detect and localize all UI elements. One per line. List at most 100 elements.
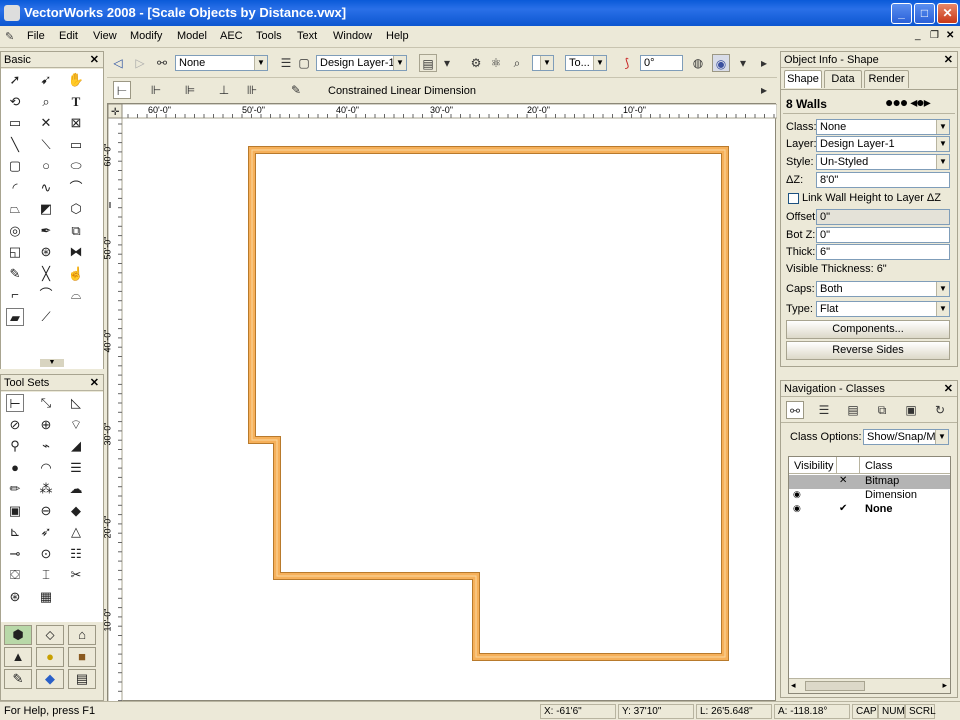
view-to-dropdown[interactable]: To... ▼ <box>565 55 607 71</box>
menu-tools[interactable]: Tools <box>256 30 282 42</box>
zoom-icon[interactable]: ⌕ <box>508 54 526 72</box>
object-info-close-icon[interactable]: ✕ <box>944 52 953 68</box>
fit-to-objects-icon[interactable]: ⚛ <box>487 54 505 72</box>
center-mark-icon[interactable]: ⊕ <box>37 416 55 434</box>
2d-reshape-tool-icon[interactable]: ➹ <box>37 71 55 89</box>
globe-tool-icon[interactable]: ⊛ <box>6 588 24 606</box>
plane-icon[interactable]: ⟆ <box>618 54 636 72</box>
basic-palette-close-icon[interactable]: ✕ <box>90 52 99 68</box>
projection-icon[interactable]: ◉ <box>712 54 730 72</box>
scale-bar-icon[interactable]: ⌶ <box>37 566 55 584</box>
menu-text[interactable]: Text <box>297 30 317 42</box>
grid-bubble-icon[interactable]: ⊸ <box>6 545 24 563</box>
toolset-detailing-icon[interactable]: ▤ <box>68 669 96 689</box>
toolset-dims-notes-icon[interactable]: ✎ <box>4 669 32 689</box>
class-options-dropdown[interactable]: Show/Snap/M ▼ <box>863 429 949 445</box>
dimension-mode-chain-icon[interactable]: ⊩ <box>147 81 165 99</box>
spiral-tool-icon[interactable]: ◎ <box>6 222 24 240</box>
navigation-close-icon[interactable]: ✕ <box>944 381 953 397</box>
zoom-dropdown[interactable]: ▼ <box>532 55 554 71</box>
unconstrained-dimension-icon[interactable]: ⤡ <box>37 394 55 412</box>
close-button[interactable]: ✕ <box>937 3 958 24</box>
saved-views-icon[interactable]: ⚙ <box>467 54 485 72</box>
detail-callout-icon[interactable]: ➶ <box>37 523 55 541</box>
tab-render[interactable]: Render <box>864 70 909 88</box>
sheet-dropdown-icon[interactable]: ▾ <box>438 54 456 72</box>
fill-bucket-icon[interactable]: ⛋ <box>6 566 24 584</box>
nav-sheets-icon[interactable]: ▤ <box>844 401 862 419</box>
callout-tool-icon[interactable]: ▭ <box>6 114 24 132</box>
dimension-preferences-icon[interactable]: ✎ <box>287 81 305 99</box>
class-hierarchy-icon[interactable]: ⚯ <box>153 54 171 72</box>
layer-dropdown[interactable]: Design Layer-1 ▼ <box>816 136 950 152</box>
walls-group[interactable] <box>248 146 729 661</box>
nav-classes-icon[interactable]: ⚯ <box>786 401 804 419</box>
drawing-area[interactable]: ✛ 60'-0" 50'-0" 40'-0" 30'-0" 20'-0" 10'… <box>102 103 777 702</box>
botz-field[interactable]: 0" <box>816 227 950 243</box>
mode-bar-overflow-icon[interactable]: ▸ <box>755 81 773 99</box>
active-layer-dropdown[interactable]: Design Layer-1 ▼ <box>316 55 407 71</box>
selection-tool-icon[interactable]: ➚ <box>6 71 24 89</box>
toolset-visualization-icon[interactable]: ◆ <box>36 669 64 689</box>
drawing-canvas[interactable]: ✛ <box>108 104 777 702</box>
toolset-lighting-icon[interactable]: ● <box>36 647 64 667</box>
arc-length-dimension-icon[interactable]: ⌔ <box>67 416 85 434</box>
reverse-sides-button[interactable]: Reverse Sides <box>786 341 950 360</box>
chain-dimension-icon[interactable]: ⚲ <box>6 437 24 455</box>
toolset-building-shell-icon[interactable]: ⬦ <box>36 625 64 645</box>
split-tool-icon[interactable]: ⧓ <box>67 243 85 261</box>
toolset-furniture-icon[interactable]: ■ <box>68 647 96 667</box>
oval-tool-icon[interactable]: ⬭ <box>67 157 85 175</box>
arc-tool-icon[interactable]: ◜ <box>6 179 24 197</box>
toolsets-palette-close-icon[interactable]: ✕ <box>90 375 99 391</box>
dimension-mode-ordinate-icon[interactable]: ⊥ <box>215 81 233 99</box>
stipple-pattern-icon[interactable]: ⁂ <box>37 480 55 498</box>
mdi-minimize-button[interactable]: _ <box>915 30 921 41</box>
text-tool-icon[interactable]: T <box>67 93 85 111</box>
scroll-thumb[interactable] <box>805 681 865 691</box>
sheet-layer-icon[interactable]: ▤ <box>419 54 437 72</box>
eyedropper-icon[interactable]: ✒ <box>37 222 55 240</box>
protractor-icon[interactable]: ◠ <box>37 459 55 477</box>
document-icon[interactable]: ✎ <box>5 30 19 44</box>
caps-dropdown[interactable]: Both ▼ <box>816 281 950 297</box>
double-polygon-icon[interactable]: ◩ <box>37 200 55 218</box>
symbol-insertion-icon[interactable]: ⊠ <box>67 114 85 132</box>
chamfer-tool-icon[interactable]: ⌐ <box>6 286 24 304</box>
light-bulb-icon[interactable]: ● <box>6 459 24 477</box>
dimension-line-tool-icon[interactable]: ⟋ <box>37 308 55 326</box>
interior-elevation-icon[interactable]: ✂ <box>67 566 85 584</box>
mdi-restore-button[interactable]: ❐ <box>930 30 939 41</box>
nav-layers-icon[interactable]: ☰ <box>815 401 833 419</box>
viewport-crop-icon[interactable]: ▣ <box>6 502 24 520</box>
menu-window[interactable]: Window <box>333 30 372 42</box>
locus-tool-icon[interactable]: ✕ <box>37 114 55 132</box>
dz-field[interactable]: 8'0" <box>816 172 950 188</box>
scroll-right-icon[interactable]: ▸ <box>942 680 947 691</box>
polyline-tool-icon[interactable]: ⌒ <box>67 179 85 197</box>
toolset-site-icon[interactable]: ⬢ <box>4 625 32 645</box>
components-button[interactable]: Components... <box>786 320 950 339</box>
regular-polygon-icon[interactable]: ⬡ <box>67 200 85 218</box>
class-dropdown[interactable]: None ▼ <box>816 119 950 135</box>
menu-modify[interactable]: Modify <box>130 30 162 42</box>
visibility-column-header[interactable]: Visibility <box>794 460 834 472</box>
previous-view-icon[interactable]: ◁ <box>109 54 127 72</box>
bezier-tool-icon[interactable]: ⌓ <box>67 286 85 304</box>
style-dropdown[interactable]: Un-Styled ▼ <box>816 154 950 170</box>
class-row[interactable]: ◉ Dimension <box>789 489 950 503</box>
rotation-angle-field[interactable]: 0° <box>640 55 683 71</box>
freehand-tool-icon[interactable]: ∿ <box>37 179 55 197</box>
toolbar-overflow-icon[interactable]: ▸ <box>755 54 773 72</box>
circle-tool-icon[interactable]: ○ <box>37 157 55 175</box>
toolset-building-icon[interactable]: ⌂ <box>68 625 96 645</box>
menu-model[interactable]: Model <box>177 30 207 42</box>
keynote-icon[interactable]: ☷ <box>67 545 85 563</box>
eraser-tool-icon[interactable]: ▰ <box>6 308 24 326</box>
pen-tool-icon[interactable]: ✏ <box>6 480 24 498</box>
constrained-dimension-icon[interactable]: ⊢ <box>6 394 24 412</box>
visibility-eye-icon[interactable]: ◉ <box>793 489 801 500</box>
toolset-3d-modeling-icon[interactable]: ▲ <box>4 647 32 667</box>
section-marker-icon[interactable]: ◢ <box>67 437 85 455</box>
thick-field[interactable]: 6" <box>816 244 950 260</box>
